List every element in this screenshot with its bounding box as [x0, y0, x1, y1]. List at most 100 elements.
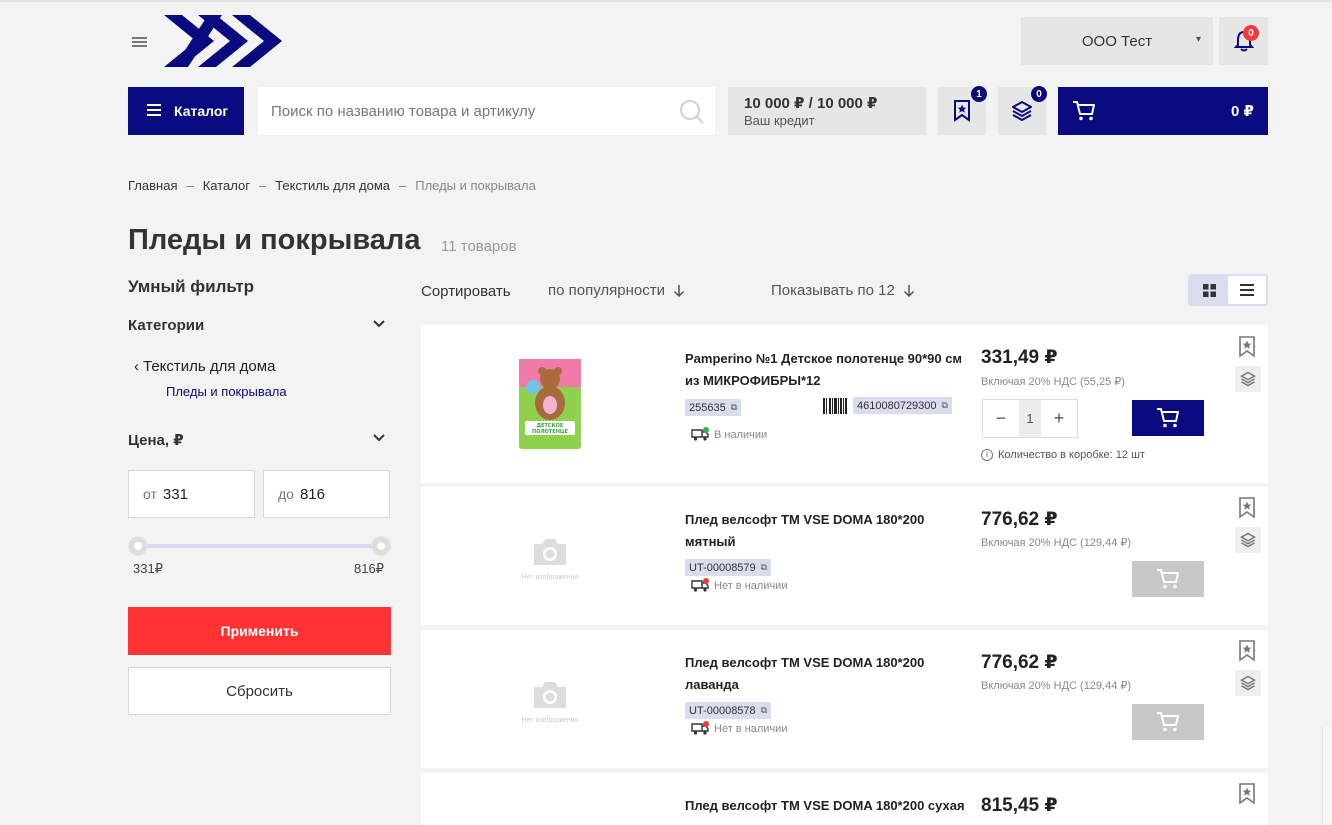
breadcrumb-textile[interactable]: Текстиль для дома — [275, 178, 390, 193]
stock-status-text: В наличии — [714, 428, 768, 441]
filter-price-label: Цена, ₽ — [128, 432, 184, 449]
logo[interactable] — [164, 15, 284, 67]
bookmark-star-icon[interactable] — [1237, 783, 1257, 805]
sort-by-value: по популярности — [548, 282, 665, 299]
bookmark-star-icon — [954, 100, 970, 122]
price-from-field[interactable]: от 331 — [128, 470, 255, 518]
product-sku[interactable]: UT-00008578 ⧉ — [685, 702, 772, 719]
cart-icon — [1073, 101, 1095, 121]
stock-status: Нет в наличии — [691, 721, 787, 736]
catalog-button[interactable]: Каталог — [128, 87, 244, 135]
product-sku[interactable]: UT-00008579 ⧉ — [685, 559, 772, 576]
copy-icon[interactable]: ⧉ — [761, 562, 767, 573]
breadcrumb-home[interactable]: Главная — [128, 178, 177, 193]
price-slider-max-handle[interactable] — [372, 537, 390, 555]
price-to-value: 816 — [299, 485, 325, 503]
compare-button[interactable] — [1235, 366, 1261, 392]
product-price: 815,45 ₽ — [981, 795, 1058, 816]
no-image-placeholder: Нет изображения — [517, 680, 583, 724]
product-image[interactable]: ДЕТСКОЕ ПОЛОТЕНЦЕ — [511, 353, 589, 453]
product-card: Нет изображения Плед велсофт TM VSE DOMA… — [421, 630, 1268, 768]
filter-categories-header[interactable]: Категории — [128, 317, 390, 334]
add-to-cart-button[interactable] — [1132, 561, 1204, 597]
price-from-value: 331 — [162, 485, 188, 503]
search-icon[interactable] — [679, 99, 705, 125]
camera-icon — [534, 539, 566, 565]
delivery-truck-icon — [691, 427, 709, 441]
cart-total: 0 ₽ — [1231, 103, 1254, 120]
notifications-button[interactable]: 0 — [1219, 17, 1268, 65]
price-slider-track[interactable] — [138, 544, 381, 548]
credit-widget[interactable]: 10 000 ₽ / 10 000 ₽ Ваш кредит — [728, 87, 926, 135]
top-divider — [0, 0, 1332, 2]
product-sku[interactable]: 255635 ⧉ — [685, 399, 742, 416]
category-child-link[interactable]: Пледы и покрывала — [166, 384, 287, 399]
product-name[interactable]: Pamperino №1 Детское полотенце 90*90 см … — [685, 348, 965, 392]
stock-status-text: Нет в наличии — [714, 579, 788, 592]
product-barcode-value[interactable]: 4610080729300 ⧉ — [853, 397, 952, 414]
list-view-button[interactable] — [1228, 276, 1266, 304]
price-to-field[interactable]: до 816 — [263, 470, 390, 518]
catalog-label: Каталог — [174, 103, 229, 119]
sort-by-dropdown[interactable]: по популярности — [548, 282, 685, 299]
company-selector[interactable]: ООО Тест ▾ — [1021, 17, 1213, 65]
product-card: Плед велсофт TM VSE DOMA 180*200 сухая 8… — [421, 773, 1268, 825]
product-name[interactable]: Плед велсофт TM VSE DOMA 180*200 мятный — [685, 509, 945, 553]
cart-button[interactable]: 0 ₽ — [1058, 87, 1268, 135]
product-sku-value: 255635 — [689, 401, 726, 414]
product-card: Нет изображения Плед велсофт TM VSE DOMA… — [421, 487, 1268, 625]
breadcrumb-separator: – — [398, 178, 407, 193]
stock-status-text: Нет в наличии — [714, 722, 788, 735]
filter-price-header[interactable]: Цена, ₽ — [128, 431, 390, 449]
sort-label: Сортировать — [421, 283, 511, 300]
product-price: 331,49 ₽ — [981, 347, 1058, 368]
bookmark-star-icon[interactable] — [1237, 640, 1257, 662]
layers-icon — [1240, 532, 1256, 548]
copy-icon[interactable]: ⧉ — [761, 705, 767, 716]
price-to-prefix: до — [278, 486, 294, 502]
no-image-placeholder: Нет изображения — [517, 537, 583, 581]
view-toggle — [1188, 274, 1268, 306]
favorites-button[interactable]: 1 — [938, 86, 987, 135]
copy-icon[interactable]: ⧉ — [731, 402, 737, 413]
layers-icon — [1012, 101, 1032, 121]
bookmark-star-icon[interactable] — [1237, 336, 1257, 358]
layers-icon — [1240, 371, 1256, 387]
product-name[interactable]: Плед велсофт TM VSE DOMA 180*200 лаванда — [685, 652, 945, 696]
layers-icon — [1240, 675, 1256, 691]
category-parent-link[interactable]: ‹ Текстиль для дома — [134, 358, 275, 375]
search-input[interactable] — [258, 102, 658, 120]
bookmark-star-icon[interactable] — [1237, 497, 1257, 519]
menu-icon[interactable] — [132, 37, 147, 47]
add-to-cart-button[interactable] — [1132, 400, 1204, 436]
breadcrumb-catalog[interactable]: Каталог — [203, 178, 250, 193]
quantity-increase-button[interactable]: + — [1041, 408, 1077, 429]
apply-filter-button[interactable]: Применить — [128, 607, 391, 655]
reset-filter-button[interactable]: Сбросить — [128, 667, 391, 715]
info-icon: i — [981, 449, 993, 461]
scrollbar[interactable] — [1322, 727, 1332, 825]
credit-label: Ваш кредит — [744, 113, 815, 128]
price-slider-min-handle[interactable] — [129, 537, 147, 555]
compare-button[interactable] — [1235, 527, 1261, 553]
copy-icon[interactable]: ⧉ — [942, 400, 948, 411]
product-name[interactable]: Плед велсофт TM VSE DOMA 180*200 сухая — [685, 795, 975, 817]
stock-status: Нет в наличии — [691, 578, 787, 593]
per-page-dropdown[interactable]: Показывать по 12 — [771, 282, 915, 299]
menu-icon — [147, 103, 161, 119]
quantity-value[interactable]: 1 — [1019, 400, 1041, 437]
box-quantity-info: i Количество в коробке: 12 шт — [981, 449, 1145, 461]
compare-button[interactable] — [1235, 670, 1261, 696]
grid-view-button[interactable] — [1190, 276, 1228, 304]
product-vat: Включая 20% НДС (129,44 ₽) — [981, 680, 1132, 692]
filter-categories-label: Категории — [128, 317, 205, 334]
compare-button[interactable]: 0 — [998, 86, 1047, 135]
add-to-cart-button[interactable] — [1132, 704, 1204, 740]
grid-icon — [1202, 283, 1216, 297]
quantity-decrease-button[interactable]: − — [983, 408, 1019, 429]
product-price: 776,62 ₽ — [981, 509, 1058, 530]
product-card: ДЕТСКОЕ ПОЛОТЕНЦЕ Pamperino №1 Детское п… — [421, 325, 1268, 483]
product-barcode-text: 4610080729300 — [857, 399, 937, 412]
breadcrumb-current: Пледы и покрывала — [415, 178, 536, 193]
box-quantity-text: Количество в коробке: 12 шт — [998, 449, 1145, 461]
